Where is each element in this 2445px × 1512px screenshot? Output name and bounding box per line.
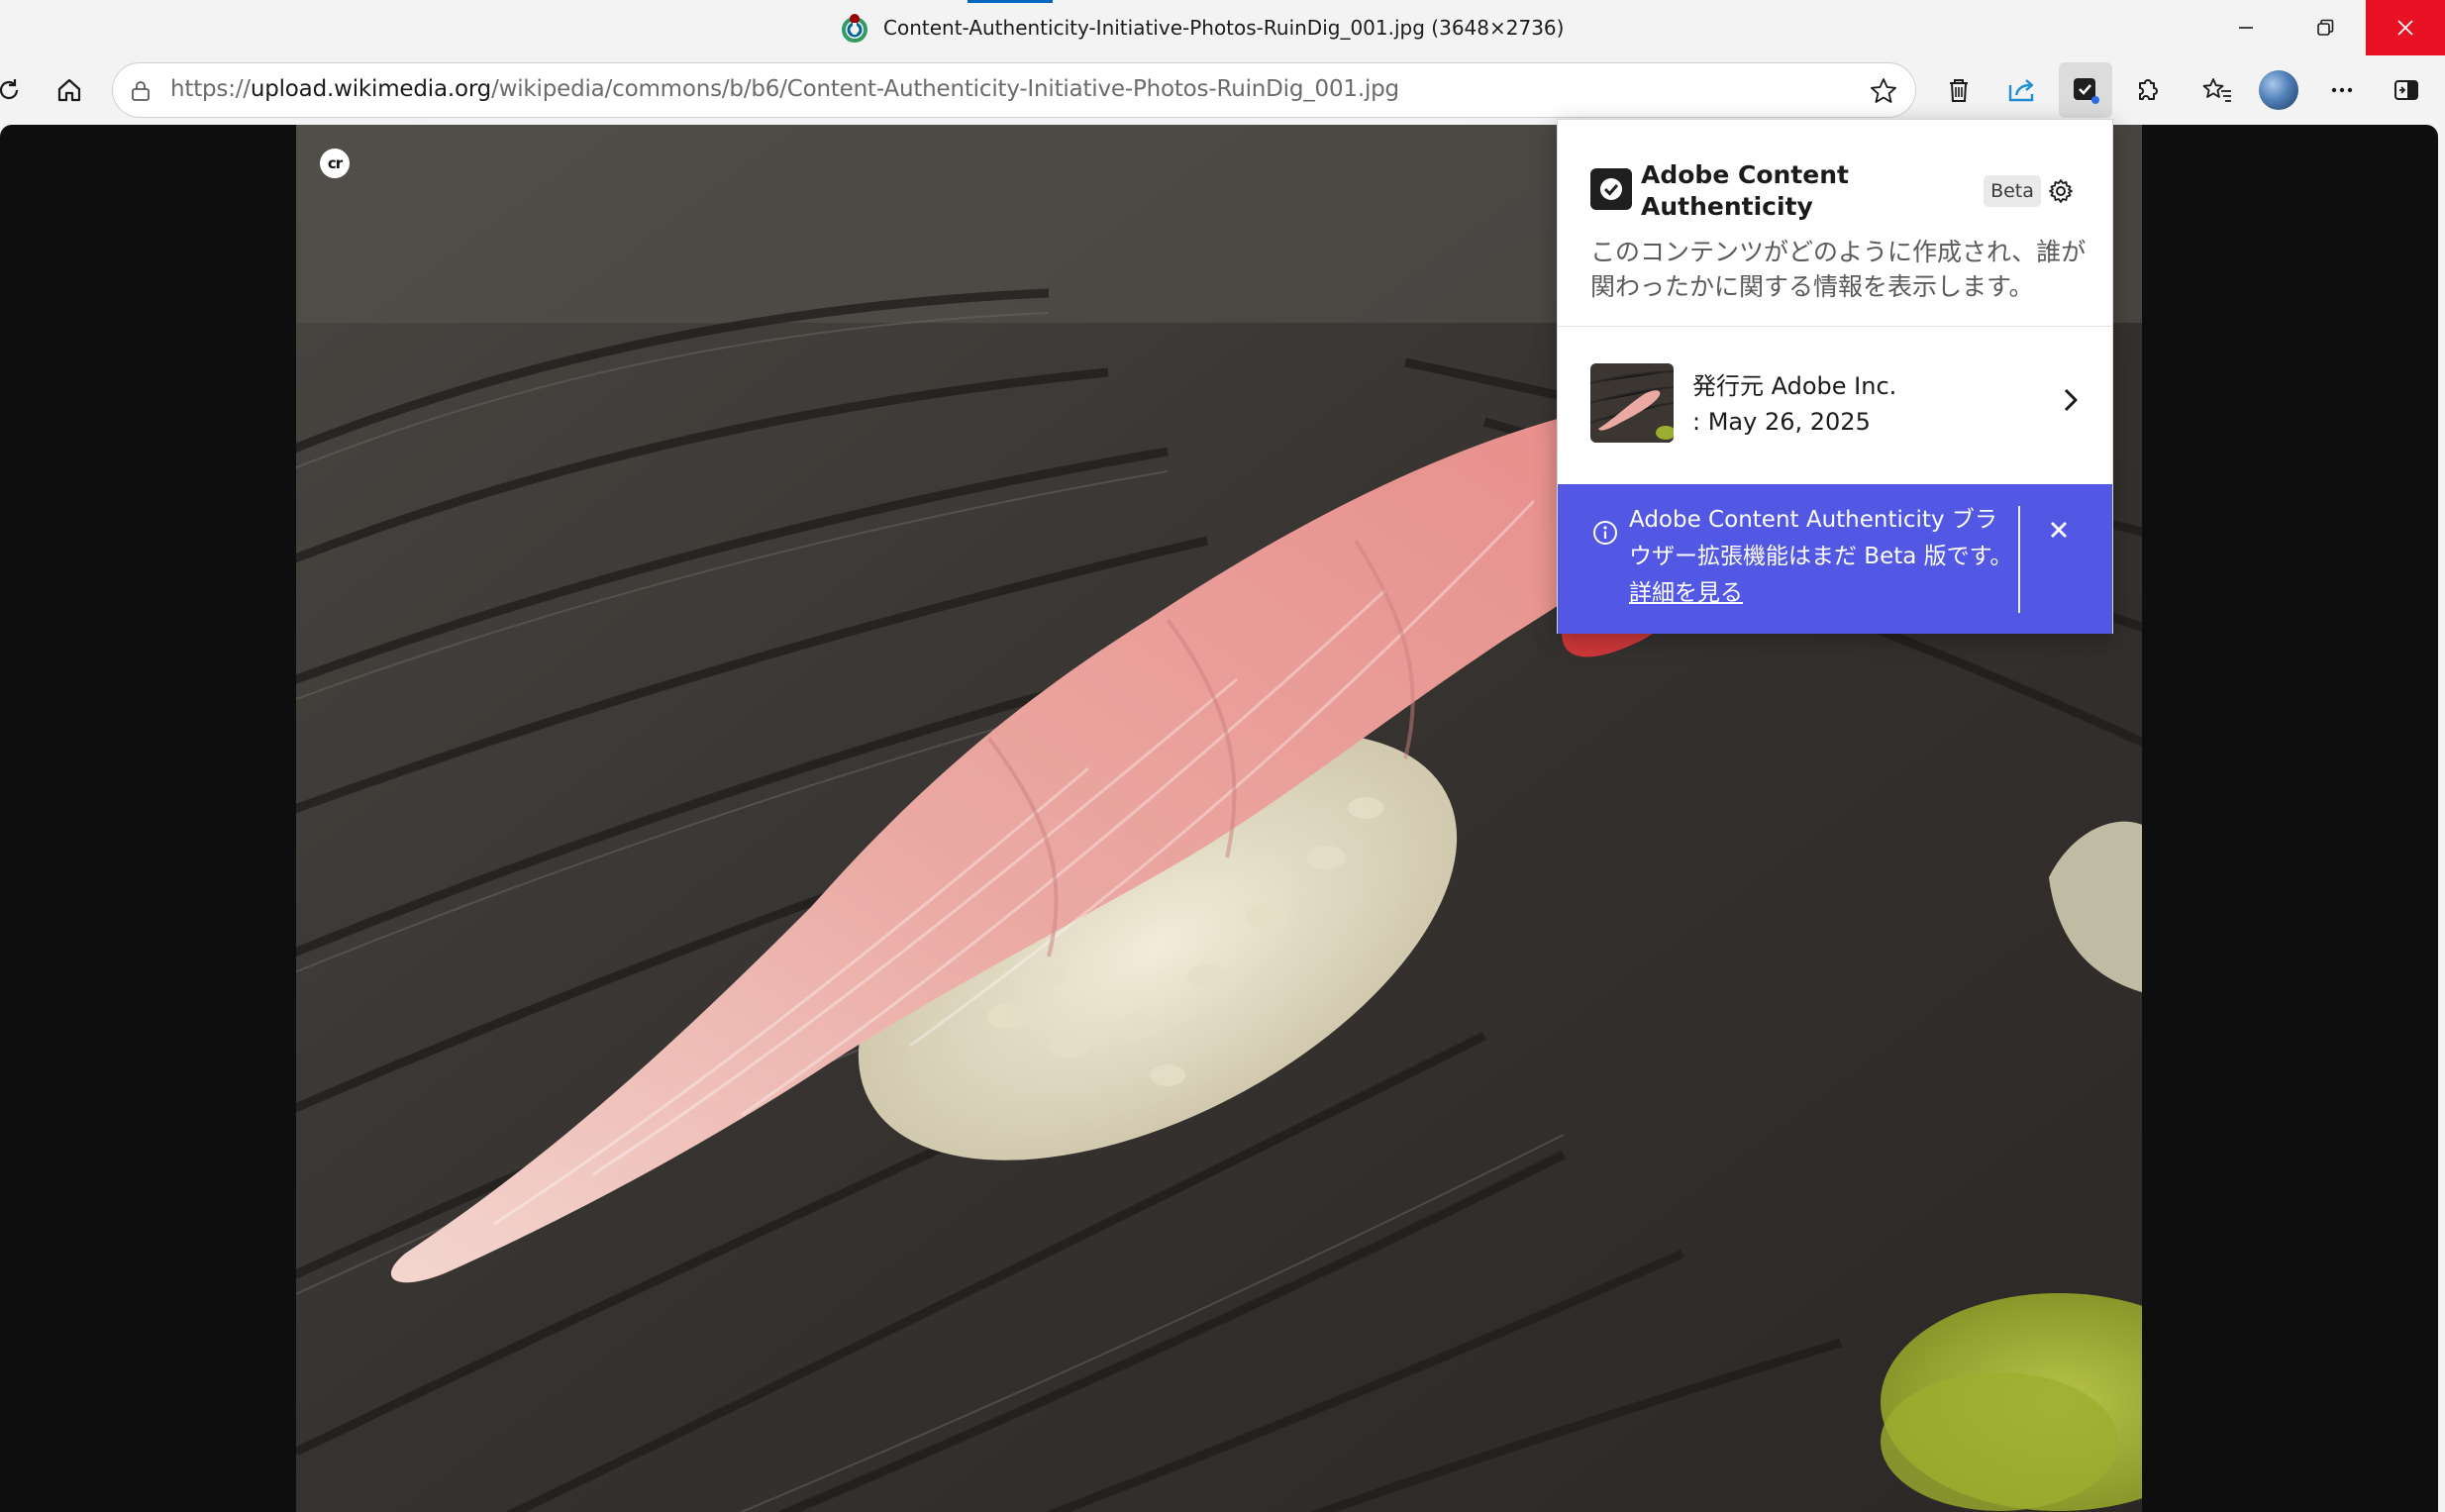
lock-icon[interactable]	[125, 75, 156, 107]
extensions-icon	[2139, 79, 2158, 100]
beta-notice-banner: Adobe Content Authenticity ブラウザー拡張機能はまだ …	[1558, 484, 2112, 634]
close-window-button[interactable]	[2366, 0, 2445, 55]
dismiss-notice-button[interactable]	[2041, 512, 2077, 548]
credential-open-button[interactable]	[2053, 382, 2088, 418]
star-icon	[1871, 78, 1896, 103]
window-title: Content-Authenticity-Initiative-Photos-R…	[840, 12, 1564, 44]
popup-brand-title: Adobe Content Authenticity	[1641, 160, 1849, 221]
reload-button[interactable]	[0, 67, 32, 113]
gear-icon	[2049, 179, 2073, 203]
wikimedia-icon	[840, 13, 869, 43]
credential-date: : May 26, 2025	[1692, 408, 1871, 436]
beta-badge: Beta	[1984, 175, 2041, 207]
address-bar[interactable]: https://upload.wikimedia.org/wikipedia/c…	[112, 62, 1916, 118]
restore-icon	[2317, 19, 2334, 36]
adobe-content-authenticity-logo-icon	[1590, 168, 1632, 210]
sidebar-toggle-button[interactable]	[2384, 67, 2429, 113]
beta-notice-message: Adobe Content Authenticity ブラウザー拡張機能はまだ …	[1629, 507, 2013, 569]
credential-thumbnail	[1590, 363, 1674, 443]
trash-icon	[1950, 79, 1968, 102]
chevron-right-icon	[2064, 388, 2078, 412]
close-icon	[2397, 20, 2413, 36]
content-credentials-extension-icon	[2074, 78, 2099, 104]
settings-button[interactable]	[2045, 175, 2077, 207]
active-tab-indicator	[968, 0, 1053, 3]
url-scheme: https://	[170, 76, 251, 102]
url-path: /wikipedia/commons/b/b6/Content-Authenti…	[491, 76, 1399, 102]
credential-details: 発行元 Adobe Inc. : May 26, 2025	[1692, 368, 1896, 440]
close-icon	[2051, 522, 2067, 538]
content-credentials-extension-button[interactable]	[2059, 62, 2112, 118]
content-credentials-badge[interactable]: cr	[320, 149, 350, 178]
url-text[interactable]: https://upload.wikimedia.org/wikipedia/c…	[170, 76, 1399, 102]
share-button[interactable]	[1999, 67, 2045, 113]
title-bar: Content-Authenticity-Initiative-Photos-R…	[0, 0, 2445, 55]
window-title-text: Content-Authenticity-Initiative-Photos-R…	[883, 16, 1565, 40]
favorites-button[interactable]	[2194, 67, 2240, 113]
home-button[interactable]	[47, 67, 92, 113]
credential-item[interactable]: 発行元 Adobe Inc. : May 26, 2025	[1558, 327, 2112, 475]
home-icon	[57, 78, 81, 102]
beta-notice-text: Adobe Content Authenticity ブラウザー拡張機能はまだ …	[1629, 502, 2015, 612]
profile-avatar	[2259, 70, 2298, 110]
browser-toolbar: https://upload.wikimedia.org/wikipedia/c…	[0, 55, 2445, 125]
reload-icon	[0, 79, 19, 100]
share-icon	[2008, 79, 2034, 102]
badge-label: cr	[327, 154, 343, 172]
popup-description: このコンテンツがどのように作成され、誰が関わったかに関する情報を表示します。	[1590, 238, 2087, 301]
popup-header: Adobe Content Authenticity Beta このコンテンツが…	[1558, 120, 2112, 326]
favorites-icon	[2202, 78, 2231, 102]
page-content: cr Adobe Content Authenticity Beta このコンテ…	[0, 119, 2445, 1512]
profile-button[interactable]	[2256, 67, 2301, 113]
info-icon	[1590, 518, 1620, 548]
favorite-star-button[interactable]	[1866, 73, 1901, 109]
credential-issuer: 発行元 Adobe Inc.	[1692, 372, 1897, 400]
notice-separator	[2018, 506, 2020, 613]
restore-button[interactable]	[2286, 0, 2365, 55]
more-icon	[2331, 87, 2353, 93]
sidebar-icon	[2394, 80, 2418, 100]
trash-button[interactable]	[1936, 67, 1982, 113]
learn-more-link[interactable]: 詳細を見る	[1629, 580, 1743, 606]
url-host: upload.wikimedia.org	[250, 76, 492, 102]
more-button[interactable]	[2319, 67, 2365, 113]
extension-popup: Adobe Content Authenticity Beta このコンテンツが…	[1557, 119, 2113, 634]
minimize-icon	[2239, 27, 2253, 29]
minimize-button[interactable]	[2206, 0, 2286, 55]
extensions-button[interactable]	[2124, 67, 2170, 113]
